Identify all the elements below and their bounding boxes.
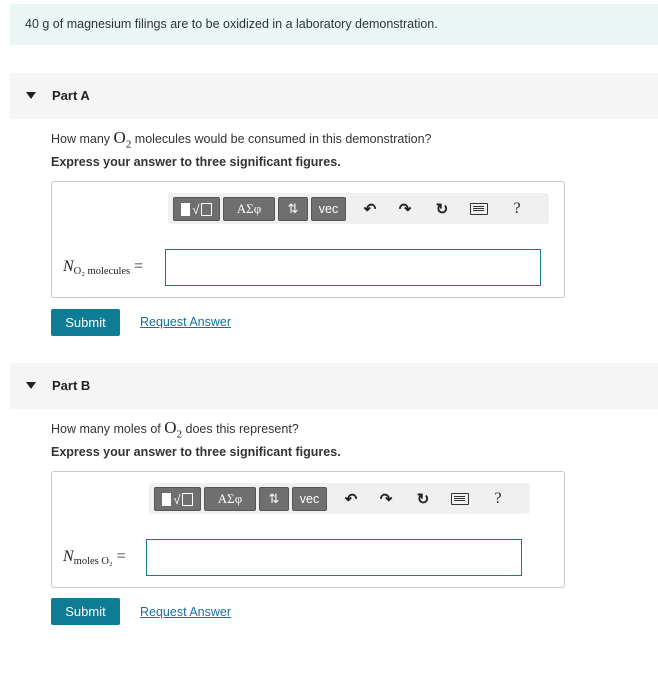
- fraction-icon: [162, 492, 172, 506]
- math-toolbar: √ ΑΣφ ⇅ vec ↶ ↷ ↻ ?: [168, 193, 549, 224]
- redo-icon[interactable]: ↷: [394, 197, 416, 221]
- help-icon[interactable]: ?: [506, 197, 528, 221]
- greek-symbols-button[interactable]: ΑΣφ: [223, 197, 275, 221]
- arrows-button[interactable]: ⇅: [278, 197, 308, 221]
- part-a-title: Part A: [52, 88, 90, 103]
- part-b-question: How many moles of O2 does this represent…: [51, 418, 299, 441]
- part-b-title: Part B: [52, 378, 91, 393]
- part-b-request-answer-link[interactable]: Request Answer: [140, 605, 231, 619]
- part-b-submit-button[interactable]: Submit: [51, 598, 120, 625]
- vec-button[interactable]: vec: [311, 197, 346, 221]
- undo-icon[interactable]: ↶: [340, 487, 362, 511]
- part-b-answer-input[interactable]: [146, 539, 522, 576]
- part-a-submit-button[interactable]: Submit: [51, 309, 120, 336]
- template-button[interactable]: √: [173, 197, 220, 221]
- redo-icon[interactable]: ↷: [375, 487, 397, 511]
- collapse-caret-icon[interactable]: [26, 92, 36, 99]
- vec-button[interactable]: vec: [292, 487, 327, 511]
- part-a-answer-input[interactable]: [165, 249, 541, 286]
- problem-statement: 40 g of magnesium filings are to be oxid…: [10, 4, 658, 45]
- part-a-request-answer-link[interactable]: Request Answer: [140, 315, 231, 329]
- part-b-header[interactable]: Part B: [10, 363, 658, 409]
- part-a-answer-box: √ ΑΣφ ⇅ vec ↶ ↷ ↻ ? NO₂ molecules =: [51, 181, 565, 298]
- part-b-instruction: Express your answer to three significant…: [51, 445, 341, 459]
- fraction-icon: [181, 202, 191, 216]
- help-icon[interactable]: ?: [487, 487, 509, 511]
- o2-formula: O2: [113, 128, 132, 151]
- undo-icon[interactable]: ↶: [359, 197, 381, 221]
- keyboard-icon[interactable]: [468, 197, 490, 221]
- template-button[interactable]: √: [154, 487, 201, 511]
- part-a-header[interactable]: Part A: [10, 73, 658, 119]
- sqrt-icon: [181, 492, 193, 506]
- o2-formula: O2: [164, 418, 183, 441]
- part-b-variable-label: Nmoles O₂ =: [63, 548, 126, 567]
- arrows-button[interactable]: ⇅: [259, 487, 289, 511]
- sqrt-icon: [200, 202, 212, 216]
- collapse-caret-icon[interactable]: [26, 382, 36, 389]
- reset-icon[interactable]: ↻: [431, 197, 453, 221]
- part-a-variable-label: NO₂ molecules =: [63, 258, 144, 277]
- greek-symbols-button[interactable]: ΑΣφ: [204, 487, 256, 511]
- part-a-question: How many O2 molecules would be consumed …: [51, 128, 432, 151]
- part-a-instruction: Express your answer to three significant…: [51, 155, 341, 169]
- keyboard-icon[interactable]: [449, 487, 471, 511]
- problem-text: 40 g of magnesium filings are to be oxid…: [25, 17, 438, 31]
- part-b-answer-box: √ ΑΣφ ⇅ vec ↶ ↷ ↻ ? Nmoles O₂ =: [51, 471, 565, 588]
- math-toolbar: √ ΑΣφ ⇅ vec ↶ ↷ ↻ ?: [149, 483, 530, 514]
- reset-icon[interactable]: ↻: [412, 487, 434, 511]
